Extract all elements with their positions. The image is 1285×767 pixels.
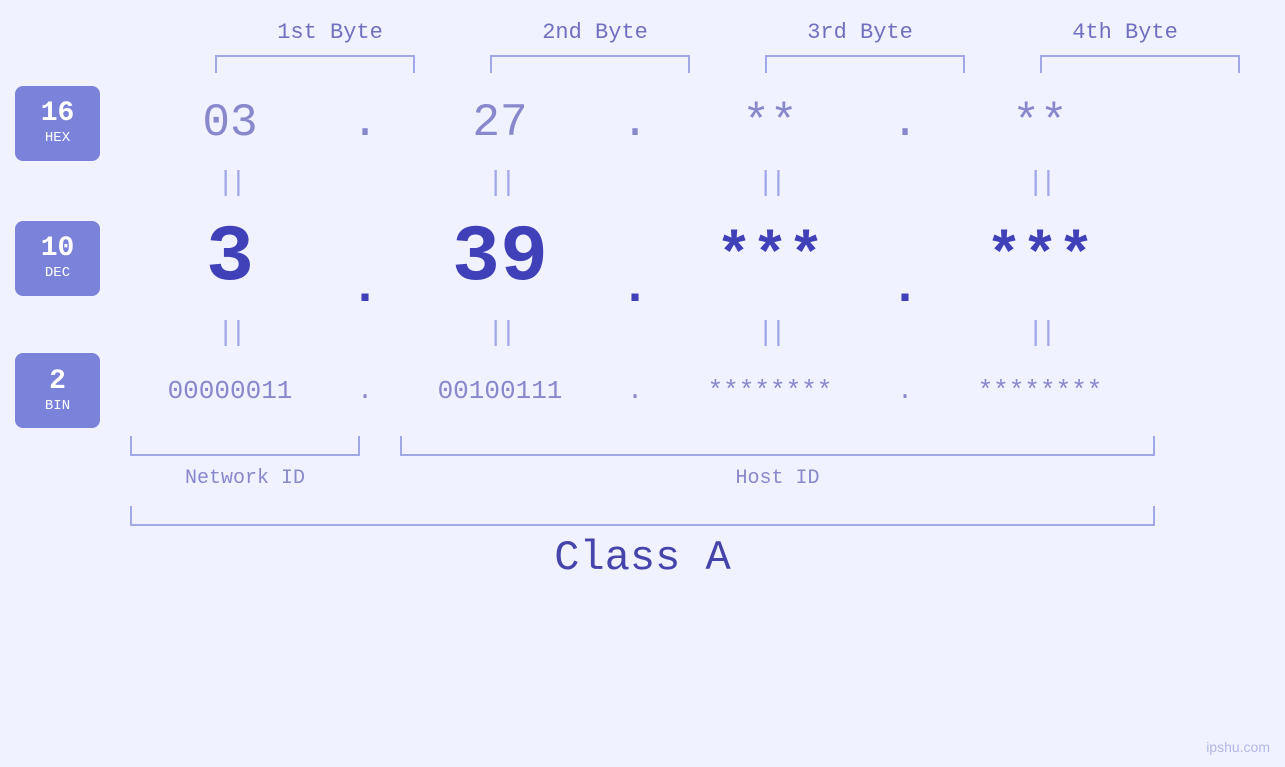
bin-val-1: 00000011	[115, 376, 345, 406]
watermark: ipshu.com	[1206, 739, 1270, 755]
hex-dot-2: .	[615, 97, 655, 149]
hex-row: 16 HEX 03 . 27 .	[0, 83, 1155, 163]
dec-val-3: ***	[655, 224, 885, 292]
hex-dot-1: .	[345, 97, 385, 149]
bin-badge: 2 BIN	[15, 353, 100, 428]
equals-2-1: ||	[115, 318, 345, 349]
bin-badge-container: 2 BIN	[0, 353, 115, 428]
equals-1-4: ||	[925, 168, 1155, 199]
class-bracket-row	[0, 503, 1155, 528]
col-header-3: 3rd Byte	[745, 20, 975, 45]
dec-values: 3 . 39 . *** .	[115, 200, 1155, 317]
dec-val-2: 39	[385, 213, 615, 304]
top-bracket-2	[490, 55, 690, 73]
network-id-label: Network ID	[130, 467, 360, 490]
hex-badge: 16 HEX	[15, 86, 100, 161]
hex-badge-container: 16 HEX	[0, 86, 115, 161]
equals-2-4: ||	[925, 318, 1155, 349]
col-header-4: 4th Byte	[1010, 20, 1240, 45]
hex-base-name: HEX	[45, 130, 70, 146]
dec-base-name: DEC	[45, 265, 70, 281]
class-label-row: Class A	[0, 528, 1155, 588]
equals-row-2: || || || ||	[0, 313, 1155, 353]
dec-badge: 10 DEC	[15, 221, 100, 296]
class-label-container: Class A	[130, 534, 1155, 582]
equals-2-3: ||	[655, 318, 885, 349]
bin-val-2: 00100111	[385, 376, 615, 406]
bin-val-4: ********	[925, 376, 1155, 406]
dec-dot-3: .	[885, 200, 925, 317]
top-brackets	[178, 55, 1278, 73]
top-bracket-1	[215, 55, 415, 73]
dec-badge-container: 10 DEC	[0, 221, 115, 296]
id-labels-row: Network ID Host ID	[0, 458, 1155, 498]
class-label: Class A	[554, 534, 730, 582]
bin-dot-3: .	[885, 376, 925, 406]
bin-base-name: BIN	[45, 398, 70, 414]
equals-1-1: ||	[115, 168, 345, 199]
hex-values: 03 . 27 . ** .	[115, 97, 1155, 149]
dec-dot-2: .	[615, 200, 655, 317]
top-bracket-4	[1040, 55, 1240, 73]
hex-base-number: 16	[41, 100, 75, 128]
hex-val-1: 03	[115, 97, 345, 149]
hex-val-3: **	[655, 97, 885, 149]
bottom-brackets	[130, 436, 1155, 456]
equals-2-2: ||	[385, 318, 615, 349]
top-bracket-3	[765, 55, 965, 73]
dec-val-4: ***	[925, 224, 1155, 292]
host-id-label: Host ID	[400, 467, 1155, 490]
bin-dot-2: .	[615, 376, 655, 406]
col-header-1: 1st Byte	[215, 20, 445, 45]
dec-row: 10 DEC 3 . 39 .	[0, 203, 1155, 313]
equals-1-2: ||	[385, 168, 615, 199]
bin-dot-1: .	[345, 376, 385, 406]
bin-base-number: 2	[49, 368, 66, 396]
bin-val-3: ********	[655, 376, 885, 406]
id-labels: Network ID Host ID	[130, 467, 1155, 490]
main-container: 1st Byte 2nd Byte 3rd Byte 4th Byte 16 H…	[0, 0, 1285, 767]
hex-val-4: **	[925, 97, 1155, 149]
equals-values-1: || || || ||	[115, 168, 1155, 199]
content-wrapper: 16 HEX 03 . 27 .	[0, 78, 1285, 588]
bin-values: 00000011 . 00100111 . ********	[115, 376, 1155, 406]
col-header-2: 2nd Byte	[480, 20, 710, 45]
equals-values-2: || || || ||	[115, 318, 1155, 349]
bin-row: 2 BIN 00000011 . 00100111 .	[0, 353, 1155, 428]
rows-container: 16 HEX 03 . 27 .	[0, 78, 1155, 588]
column-headers: 1st Byte 2nd Byte 3rd Byte 4th Byte	[158, 20, 1258, 45]
dec-val-1: 3	[115, 213, 345, 304]
network-id-bracket	[130, 436, 360, 456]
equals-row-1: || || || ||	[0, 163, 1155, 203]
hex-val-2: 27	[385, 97, 615, 149]
class-bracket	[130, 506, 1155, 526]
bottom-brackets-row	[0, 433, 1155, 458]
equals-1-3: ||	[655, 168, 885, 199]
dec-dot-1: .	[345, 200, 385, 317]
dec-base-number: 10	[41, 235, 75, 263]
hex-dot-3: .	[885, 97, 925, 149]
host-id-bracket	[400, 436, 1155, 456]
